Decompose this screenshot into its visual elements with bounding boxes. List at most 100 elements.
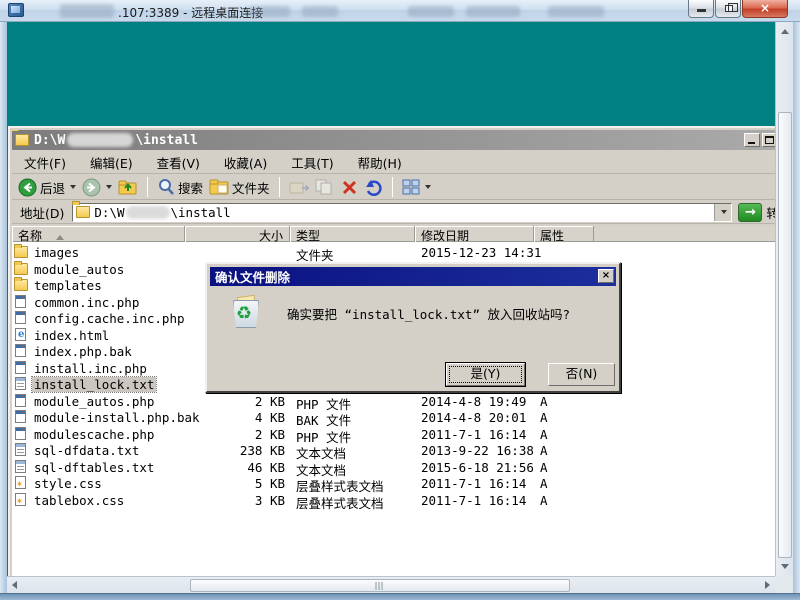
- address-input[interactable]: D:\W \install: [72, 203, 732, 222]
- undo-icon: [364, 179, 383, 196]
- file-attr: A: [540, 410, 548, 425]
- file-row[interactable]: sql-dfdata.txt238 KB文本文档2013-9-22 16:38A: [12, 442, 775, 459]
- folder-icon: [76, 206, 90, 218]
- up-button[interactable]: [118, 178, 138, 196]
- file-name: install.inc.php: [32, 361, 149, 376]
- no-button[interactable]: 否(N): [548, 363, 615, 386]
- horizontal-scrollbar[interactable]: [7, 576, 775, 593]
- folder-file-icon: [14, 263, 28, 275]
- column-header-name[interactable]: 名称: [12, 226, 185, 242]
- vertical-scrollbar-thumb[interactable]: [778, 112, 792, 558]
- css-file-icon: [15, 476, 26, 489]
- column-header-type[interactable]: 类型: [290, 226, 415, 242]
- file-name: templates: [32, 278, 104, 293]
- folder-file-icon: [14, 279, 28, 291]
- move-to-button[interactable]: [289, 179, 309, 195]
- restore-button[interactable]: [715, 0, 741, 18]
- scroll-left-icon[interactable]: [12, 581, 17, 589]
- file-date: 2011-7-1 16:14: [421, 493, 526, 508]
- minimize-icon: [697, 9, 706, 12]
- move-to-icon: [289, 179, 309, 195]
- minimize-button[interactable]: [688, 0, 714, 18]
- file-row[interactable]: style.css5 KB层叠样式表文档2011-7-1 16:14A: [12, 475, 775, 492]
- file-date: 2014-4-8 20:01: [421, 410, 526, 425]
- file-size: 2 KB: [187, 427, 285, 442]
- file-date: 2011-7-1 16:14: [421, 427, 526, 442]
- menu-edit[interactable]: 编辑(E): [90, 153, 133, 172]
- dialog-message: 确实要把 “install_lock.txt” 放入回收站吗?: [287, 304, 607, 323]
- folders-button[interactable]: 文件夹: [209, 178, 270, 197]
- folder-up-icon: [118, 178, 138, 196]
- file-name: install_lock.txt: [32, 377, 156, 392]
- file-row[interactable]: module_autos.php2 KBPHP 文件2014-4-8 19:49…: [12, 393, 775, 410]
- file-attr: A: [540, 476, 548, 491]
- folders-icon: [209, 179, 229, 195]
- recycle-symbol: ♻: [236, 303, 252, 324]
- restore-icon: [725, 5, 733, 12]
- scroll-down-icon[interactable]: [781, 564, 789, 569]
- folders-label: 文件夹: [232, 178, 270, 197]
- forward-button[interactable]: [82, 178, 112, 197]
- column-header-date[interactable]: 修改日期: [415, 226, 534, 242]
- address-prefix: D:\W: [94, 205, 124, 220]
- explorer-maximize-button[interactable]: [762, 133, 775, 147]
- menu-favorites[interactable]: 收藏(A): [224, 153, 267, 172]
- file-name: common.inc.php: [32, 295, 141, 310]
- rdp-titlebar[interactable]: .107:3389 - 远程桌面连接 ×: [0, 0, 800, 22]
- file-row[interactable]: sql-dftables.txt46 KB文本文档2015-6-18 21:56…: [12, 459, 775, 476]
- dialog-close-button[interactable]: ×: [598, 269, 614, 283]
- file-name: sql-dftables.txt: [32, 460, 156, 475]
- file-row[interactable]: images文件夹2015-12-23 14:31: [12, 244, 775, 261]
- explorer-titlebar[interactable]: D:\W \install: [12, 130, 775, 150]
- file-name: images: [32, 245, 81, 260]
- copy-to-button[interactable]: [315, 179, 335, 195]
- window-frame-right: [793, 22, 800, 593]
- scroll-right-icon[interactable]: [765, 581, 770, 589]
- minimize-icon: [748, 142, 755, 144]
- go-button[interactable]: →: [738, 203, 762, 222]
- explorer-minimize-button[interactable]: [744, 133, 760, 147]
- chevron-down-icon: [425, 185, 431, 189]
- toolbar: 后退 搜索 文件夹: [12, 175, 775, 200]
- yes-button[interactable]: 是(Y): [446, 363, 525, 386]
- menu-help[interactable]: 帮助(H): [358, 153, 402, 172]
- views-button[interactable]: [402, 179, 431, 195]
- sort-ascending-icon: [56, 235, 64, 240]
- remote-desktop-viewport: D:\W \install 文件(F) 编辑(E) 查看(V) 收藏(A) 工具…: [7, 22, 775, 576]
- menu-view[interactable]: 查看(V): [157, 153, 200, 172]
- go-arrow-icon: →: [745, 205, 756, 220]
- file-size: 4 KB: [187, 410, 285, 425]
- dialog-titlebar[interactable]: 确认文件删除 ×: [210, 267, 616, 286]
- file-attr: A: [540, 493, 548, 508]
- file-date: 2014-4-8 19:49: [421, 394, 526, 409]
- search-button[interactable]: 搜索: [157, 178, 203, 197]
- undo-button[interactable]: [364, 179, 383, 196]
- window-frame-left: [0, 22, 7, 593]
- address-dropdown-button[interactable]: [714, 204, 731, 221]
- close-icon: ×: [760, 1, 770, 15]
- file-row[interactable]: module-install.php.bak4 KBBAK 文件2014-4-8…: [12, 409, 775, 426]
- recycle-bin-icon: ♻: [229, 296, 263, 330]
- file-name: module_autos.php: [32, 394, 156, 409]
- file-row[interactable]: modulescache.php2 KBPHP 文件2011-7-1 16:14…: [12, 426, 775, 443]
- scroll-up-icon[interactable]: [781, 29, 789, 34]
- vertical-scrollbar[interactable]: [775, 22, 793, 576]
- delete-button[interactable]: [341, 179, 358, 196]
- menu-tools[interactable]: 工具(T): [291, 153, 333, 172]
- confirm-delete-dialog: 确认文件删除 × ♻ 确实要把 “install_lock.txt” 放入回收站…: [205, 262, 621, 393]
- file-date: 2015-12-23 14:31: [421, 245, 541, 260]
- column-header-size[interactable]: 大小: [185, 226, 290, 242]
- explorer-title-suffix: \install: [135, 133, 198, 148]
- horizontal-scrollbar-thumb[interactable]: [190, 579, 570, 592]
- back-button[interactable]: 后退: [18, 178, 76, 197]
- file-date: 2011-7-1 16:14: [421, 476, 526, 491]
- file-attr: A: [540, 394, 548, 409]
- file-row[interactable]: tablebox.css3 KB层叠样式表文档2011-7-1 16:14A: [12, 492, 775, 509]
- php-file-icon: [15, 344, 26, 357]
- column-header-attr[interactable]: 属性: [534, 226, 594, 242]
- file-name: modulescache.php: [32, 427, 156, 442]
- close-button[interactable]: ×: [742, 0, 788, 18]
- file-size: 2 KB: [187, 394, 285, 409]
- menu-file[interactable]: 文件(F): [24, 153, 66, 172]
- toolbar-separator: [392, 177, 393, 197]
